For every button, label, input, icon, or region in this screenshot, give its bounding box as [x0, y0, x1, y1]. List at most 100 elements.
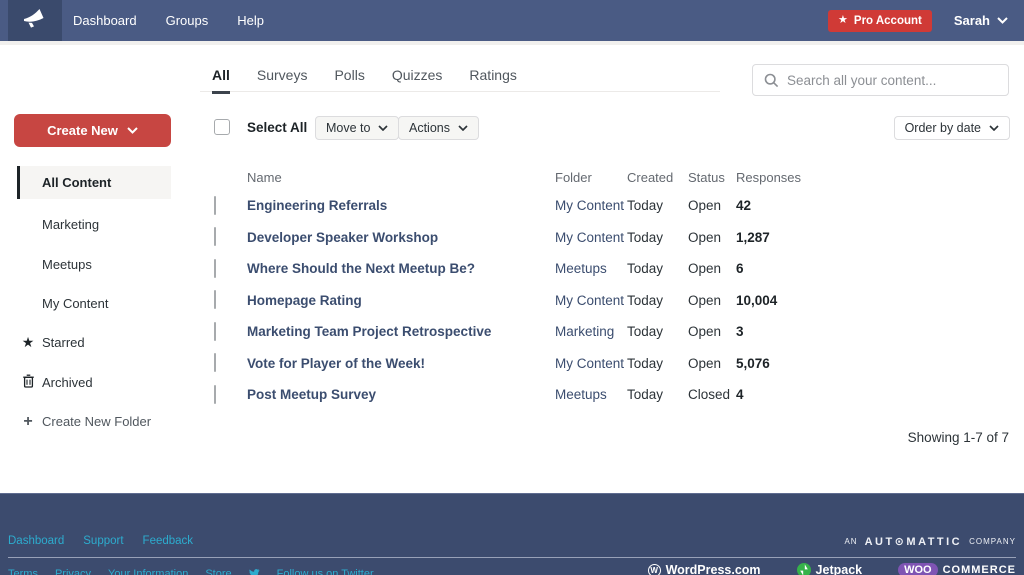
folder-link[interactable]: My Content — [555, 230, 627, 245]
status-value: Closed — [688, 387, 731, 403]
sidebar-item-starred[interactable]: Starred — [42, 335, 85, 351]
footer-link-dashboard[interactable]: Dashboard — [8, 535, 64, 547]
tab-polls[interactable]: Polls — [334, 67, 364, 94]
content-name-link[interactable]: Where Should the Next Meetup Be? — [247, 261, 555, 276]
content-name-link[interactable]: Homepage Rating — [247, 293, 555, 308]
table-row: Homepage Rating My Content Today Open 10… — [214, 285, 820, 317]
folder-link[interactable]: Meetups — [555, 387, 627, 402]
sidebar-item-create-new-folder[interactable]: Create New Folder — [42, 414, 151, 430]
create-new-label: Create New — [47, 123, 118, 138]
search-input[interactable] — [787, 72, 997, 88]
content-type-tabs: All Surveys Polls Quizzes Ratings — [212, 67, 517, 94]
responses-value: 4 — [736, 387, 744, 403]
status-value: Open — [688, 355, 722, 371]
row-checkbox[interactable] — [214, 258, 216, 278]
footer-link-privacy[interactable]: Privacy — [55, 568, 91, 575]
sidebar-item-meetups[interactable]: Meetups — [42, 257, 92, 273]
footer-link-your-information[interactable]: Your Information — [108, 568, 188, 575]
row-checkbox[interactable] — [214, 321, 216, 341]
responses-value: 6 — [736, 261, 744, 277]
row-checkbox[interactable] — [214, 195, 216, 215]
tab-all[interactable]: All — [212, 67, 230, 94]
row-checkbox[interactable] — [214, 384, 216, 404]
tab-surveys[interactable]: Surveys — [257, 67, 308, 94]
chevron-down-icon — [378, 125, 389, 131]
content-name-link[interactable]: Engineering Referrals — [247, 198, 555, 213]
nav-dashboard[interactable]: Dashboard — [73, 13, 137, 28]
pro-account-label: Pro Account — [853, 14, 922, 27]
footer-links: Dashboard Support Feedback — [8, 535, 193, 547]
content-name-link[interactable]: Marketing Team Project Retrospective — [247, 324, 555, 339]
actions-dropdown[interactable]: Actions — [398, 116, 479, 140]
footer-divider — [8, 557, 1016, 558]
footer-link-support[interactable]: Support — [83, 535, 123, 547]
table-row: Vote for Player of the Week! My Content … — [214, 348, 820, 380]
col-header-created: Created — [627, 169, 674, 185]
all-content-label: All Content — [42, 175, 112, 190]
folder-link[interactable]: My Content — [555, 293, 627, 308]
trash-icon — [20, 374, 36, 393]
user-account-menu[interactable]: Sarah — [954, 13, 1008, 28]
order-by-dropdown[interactable]: Order by date — [893, 116, 1010, 140]
content-name-link[interactable]: Vote for Player of the Week! — [247, 356, 555, 371]
nav-groups[interactable]: Groups — [166, 13, 209, 28]
created-value: Today — [627, 292, 664, 308]
content-name-link[interactable]: Developer Speaker Workshop — [247, 230, 555, 245]
folder-link[interactable]: Meetups — [555, 261, 627, 276]
twitter-bird-icon — [249, 565, 260, 575]
status-value: Open — [688, 324, 722, 340]
create-new-button[interactable]: Create New — [14, 114, 171, 147]
row-checkbox[interactable] — [214, 353, 216, 373]
folder-link[interactable]: Marketing — [555, 324, 627, 339]
megaphone-icon — [22, 8, 49, 34]
table-header-row: Name Folder Created Status Responses — [214, 164, 820, 190]
created-value: Today — [627, 229, 664, 245]
chevron-down-icon — [989, 125, 999, 131]
row-checkbox[interactable] — [214, 290, 216, 310]
created-value: Today — [627, 324, 664, 340]
status-value: Open — [688, 292, 722, 308]
nav-help[interactable]: Help — [237, 13, 264, 28]
move-to-dropdown[interactable]: Move to — [315, 116, 400, 140]
jetpack-icon — [796, 563, 811, 575]
folder-link[interactable]: My Content — [555, 356, 627, 371]
footer-link-feedback[interactable]: Feedback — [143, 535, 194, 547]
sidebar-item-my-content[interactable]: My Content — [42, 296, 108, 312]
woo-badge-icon: WOO — [898, 563, 938, 575]
star-icon: ★ — [21, 334, 35, 350]
sidebar-item-all-content[interactable]: All Content — [17, 166, 171, 199]
star-icon: ★ — [838, 14, 848, 26]
tab-ratings[interactable]: Ratings — [469, 67, 516, 94]
responses-value: 10,004 — [736, 292, 778, 308]
woocommerce-logo[interactable]: WOO COMMERCE — [898, 563, 1016, 575]
sidebar-item-marketing[interactable]: Marketing — [42, 217, 99, 233]
select-all-checkbox[interactable] — [214, 119, 230, 135]
automattic-company-mark: AN AUT⊙MATTIC COMPANY — [844, 535, 1016, 548]
automattic-prefix: AN — [844, 537, 858, 546]
wordpress-label: WordPress.com — [665, 563, 761, 575]
pro-account-button[interactable]: ★ Pro Account — [828, 9, 932, 32]
wordpress-logo[interactable]: W WordPress.com — [647, 563, 761, 575]
footer-link-store[interactable]: Store — [205, 568, 231, 575]
top-nav-links: Dashboard Groups Help — [73, 0, 264, 41]
actions-label: Actions — [409, 121, 450, 135]
footer-link-terms[interactable]: Terms — [8, 568, 38, 575]
responses-value: 3 — [736, 324, 744, 340]
chevron-down-icon — [127, 127, 138, 134]
content-name-link[interactable]: Post Meetup Survey — [247, 387, 555, 402]
created-value: Today — [627, 387, 664, 403]
col-header-name: Name — [247, 169, 282, 185]
woocommerce-label: COMMERCE — [942, 564, 1016, 575]
row-checkbox[interactable] — [214, 227, 216, 247]
responses-value: 5,076 — [736, 355, 770, 371]
jetpack-logo[interactable]: Jetpack — [796, 563, 862, 575]
folder-link[interactable]: My Content — [555, 198, 627, 213]
wordpress-w-icon: W — [647, 563, 661, 575]
footer-link-follow-twitter[interactable]: Follow us on Twitter — [277, 568, 374, 575]
sidebar-item-archived[interactable]: Archived — [42, 375, 93, 391]
app-logo[interactable] — [8, 0, 62, 41]
plus-icon: + — [23, 413, 33, 430]
tab-quizzes[interactable]: Quizzes — [392, 67, 443, 94]
page-footer: Dashboard Support Feedback AN AUT⊙MATTIC… — [0, 493, 1024, 575]
search-icon — [764, 73, 779, 87]
